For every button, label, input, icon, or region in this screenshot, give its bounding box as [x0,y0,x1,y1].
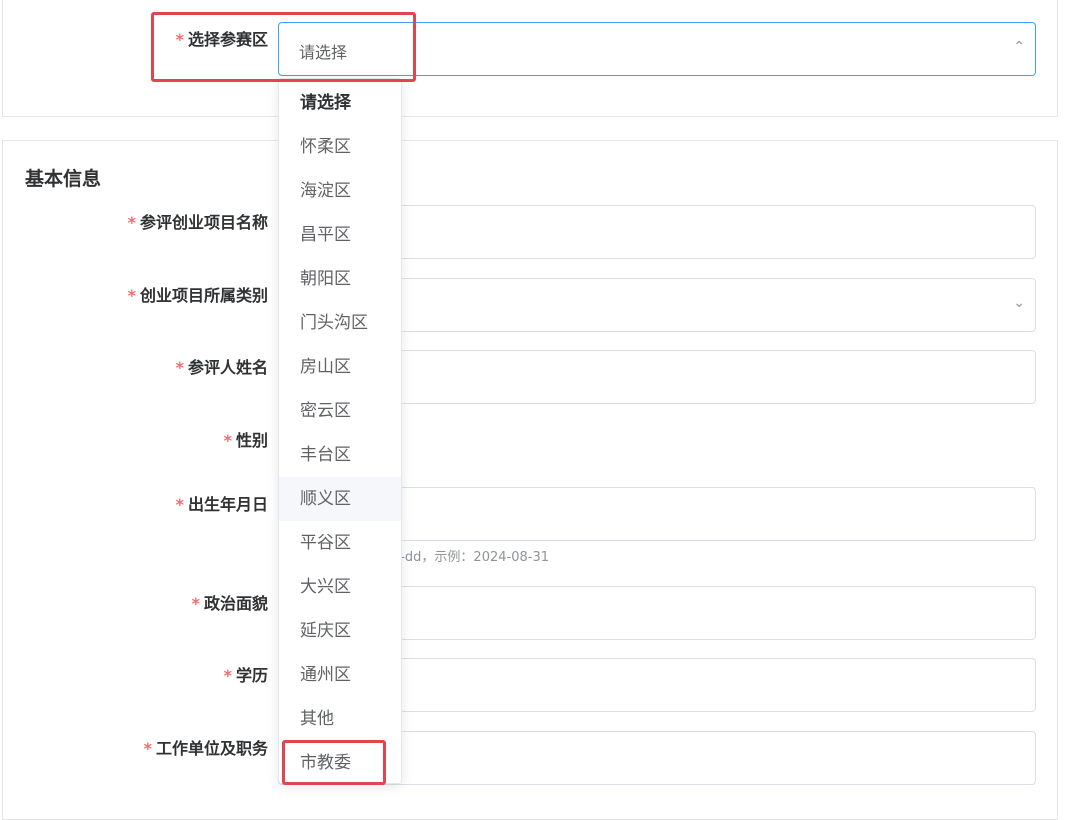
section-title: 基本信息 [25,168,102,190]
dropdown-option[interactable]: 海淀区 [279,169,401,213]
dropdown-option[interactable]: 朝阳区 [279,257,401,301]
category-label: * 创业项目所属类别 [127,286,268,305]
dropdown-option[interactable]: 顺义区 [279,477,401,521]
birth-hint: n-dd，示例：2024-08-31 [392,550,549,565]
chevron-down-icon: ⌄ [1013,295,1025,311]
education-label: * 学历 [223,666,268,685]
region-select-placeholder: 请选择 [299,43,348,62]
workplace-label: * 工作单位及职务 [143,739,268,758]
dropdown-option[interactable]: 市教委 [279,741,401,783]
dropdown-option[interactable]: 平谷区 [279,521,401,565]
dropdown-option[interactable]: 通州区 [279,653,401,697]
birth-label: * 出生年月日 [175,495,268,514]
dropdown-option[interactable]: 延庆区 [279,609,401,653]
dropdown-option[interactable]: 大兴区 [279,565,401,609]
region-select[interactable]: 请选择 ⌃ [278,22,1036,76]
gender-label: * 性别 [223,431,268,450]
dropdown-option[interactable]: 昌平区 [279,213,401,257]
dropdown-option[interactable]: 请选择 [279,81,401,125]
dropdown-option[interactable]: 丰台区 [279,433,401,477]
project-name-label: * 参评创业项目名称 [127,213,268,232]
region-dropdown: 请选择 怀柔区 海淀区 昌平区 朝阳区 门头沟区 房山区 密云区 丰台区 顺义区… [278,78,402,784]
region-label: * 选择参赛区 [175,30,268,49]
dropdown-option[interactable]: 怀柔区 [279,125,401,169]
chevron-up-icon: ⌃ [1013,39,1025,55]
dropdown-option[interactable]: 密云区 [279,389,401,433]
name-label: * 参评人姓名 [175,358,268,377]
dropdown-option[interactable]: 房山区 [279,345,401,389]
political-label: * 政治面貌 [191,594,268,613]
dropdown-option[interactable]: 门头沟区 [279,301,401,345]
dropdown-option[interactable]: 其他 [279,697,401,741]
